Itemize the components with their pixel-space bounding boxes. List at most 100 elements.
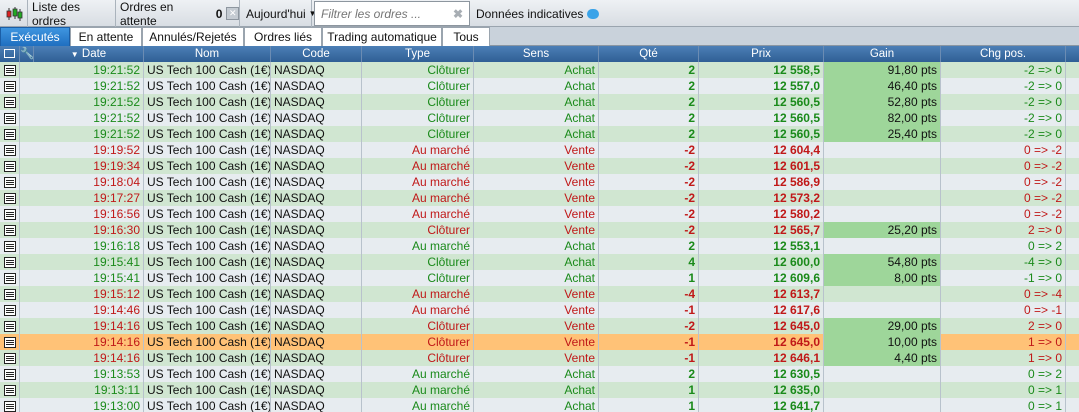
tab-ordres-lies[interactable]: Ordres liés — [244, 27, 322, 46]
table-row[interactable]: 19:15:12 US Tech 100 Cash (1€) NASDAQ Au ma… — [0, 286, 1079, 302]
order-details-icon[interactable] — [0, 174, 20, 190]
col-nom[interactable]: Nom — [144, 46, 271, 62]
table-row[interactable]: 19:21:52 US Tech 100 Cash (1€) NASDAQ Clôtu… — [0, 62, 1079, 78]
chart-orders-button[interactable] — [0, 0, 28, 27]
order-details-icon[interactable] — [0, 382, 20, 398]
col-date[interactable]: ▼ Date — [34, 46, 144, 62]
order-details-icon[interactable] — [0, 318, 20, 334]
cell-code: NASDAQ — [271, 190, 362, 206]
cell-type: Au marché — [362, 158, 474, 174]
table-row[interactable]: 19:14:16 US Tech 100 Cash (1€) NASDAQ Clôtu… — [0, 350, 1079, 366]
cell-code: NASDAQ — [271, 238, 362, 254]
table-row[interactable]: 19:14:46 US Tech 100 Cash (1€) NASDAQ Au ma… — [0, 302, 1079, 318]
table-row[interactable]: 19:13:11 US Tech 100 Cash (1€) NASDAQ Au ma… — [0, 382, 1079, 398]
table-row[interactable]: 19:18:04 US Tech 100 Cash (1€) NASDAQ Au ma… — [0, 174, 1079, 190]
table-row[interactable]: 19:19:52 US Tech 100 Cash (1€) NASDAQ Au ma… — [0, 142, 1079, 158]
cell-name: US Tech 100 Cash (1€) — [144, 366, 271, 382]
table-row[interactable]: 19:15:41 US Tech 100 Cash (1€) NASDAQ Clôtu… — [0, 270, 1079, 286]
order-details-icon[interactable] — [0, 238, 20, 254]
cell-qty: 2 — [599, 126, 699, 142]
table-row[interactable]: 19:16:18 US Tech 100 Cash (1€) NASDAQ Au ma… — [0, 238, 1079, 254]
cell-qty: -1 — [599, 302, 699, 318]
cell-qty: 2 — [599, 62, 699, 78]
cell-time: 19:19:52 — [20, 142, 144, 158]
order-details-icon[interactable] — [0, 110, 20, 126]
cell-side: Vente — [474, 302, 599, 318]
speech-bubble-icon[interactable] — [587, 8, 600, 19]
tab-annules-rejetes[interactable]: Annulés/Rejetés — [142, 27, 244, 46]
order-details-icon[interactable] — [0, 222, 20, 238]
cell-chg: -2 => 0 — [941, 110, 1066, 126]
table-row[interactable]: 19:13:53 US Tech 100 Cash (1€) NASDAQ Au ma… — [0, 366, 1079, 382]
tab-executes[interactable]: Exécutés — [0, 27, 70, 46]
cell-name: US Tech 100 Cash (1€) — [144, 350, 271, 366]
order-details-icon[interactable] — [0, 206, 20, 222]
tab-en-attente[interactable]: En attente — [70, 27, 142, 46]
order-details-icon[interactable] — [0, 270, 20, 286]
cell-time: 19:17:27 — [20, 190, 144, 206]
order-details-icon[interactable] — [0, 158, 20, 174]
table-row[interactable]: 19:21:52 US Tech 100 Cash (1€) NASDAQ Clôtu… — [0, 126, 1079, 142]
order-details-icon[interactable] — [0, 366, 20, 382]
order-details-icon[interactable] — [0, 334, 20, 350]
col-sens-label: Sens — [522, 48, 550, 60]
order-details-icon[interactable] — [0, 398, 20, 412]
col-gain[interactable]: Gain — [824, 46, 941, 62]
table-row[interactable]: 19:21:52 US Tech 100 Cash (1€) NASDAQ Clôtu… — [0, 110, 1079, 126]
table-row[interactable]: 19:17:27 US Tech 100 Cash (1€) NASDAQ Au ma… — [0, 190, 1079, 206]
cell-gain — [824, 366, 941, 382]
col-sens[interactable]: Sens — [474, 46, 599, 62]
cell-qty: 1 — [599, 270, 699, 286]
order-details-icon[interactable] — [0, 302, 20, 318]
cell-qty: 2 — [599, 366, 699, 382]
table-row[interactable]: 19:14:16 US Tech 100 Cash (1€) NASDAQ Clôtu… — [0, 334, 1079, 350]
cell-price: 12 560,5 — [699, 94, 824, 110]
order-details-icon[interactable] — [0, 254, 20, 270]
col-code[interactable]: Code — [271, 46, 362, 62]
order-details-icon[interactable] — [0, 78, 20, 94]
col-qte[interactable]: Qté — [599, 46, 699, 62]
order-details-icon[interactable] — [0, 190, 20, 206]
cell-time: 19:15:12 — [20, 286, 144, 302]
table-row[interactable]: 19:16:30 US Tech 100 Cash (1€) NASDAQ Clôtu… — [0, 222, 1079, 238]
pending-orders-button[interactable]: Ordres en attente 0 ✕ — [116, 0, 240, 28]
cell-price: 12 553,1 — [699, 238, 824, 254]
filter-input[interactable] — [319, 5, 449, 22]
table-row[interactable]: 19:14:16 US Tech 100 Cash (1€) NASDAQ Clôtu… — [0, 318, 1079, 334]
table-row[interactable]: 19:19:34 US Tech 100 Cash (1€) NASDAQ Au ma… — [0, 158, 1079, 174]
table-row[interactable]: 19:13:00 US Tech 100 Cash (1€) NASDAQ Au ma… — [0, 398, 1079, 412]
cell-time: 19:21:52 — [20, 94, 144, 110]
cell-side: Vente — [474, 286, 599, 302]
col-prix[interactable]: Prix — [699, 46, 824, 62]
order-details-icon[interactable] — [0, 62, 20, 78]
table-row[interactable]: 19:21:52 US Tech 100 Cash (1€) NASDAQ Clôtu… — [0, 78, 1079, 94]
column-picker-icon[interactable] — [0, 46, 20, 62]
wrench-icon[interactable]: 🔧 — [20, 46, 34, 62]
order-details-icon[interactable] — [0, 350, 20, 366]
col-type[interactable]: Type — [362, 46, 474, 62]
cell-type: Clôturer — [362, 62, 474, 78]
orders-list-button[interactable]: Liste des ordres — [28, 0, 116, 28]
cell-side: Achat — [474, 78, 599, 94]
order-details-icon[interactable] — [0, 126, 20, 142]
cell-type: Au marché — [362, 366, 474, 382]
tab-tous[interactable]: Tous — [442, 27, 490, 46]
cell-side: Achat — [474, 398, 599, 412]
order-details-icon[interactable] — [0, 286, 20, 302]
cell-name: US Tech 100 Cash (1€) — [144, 142, 271, 158]
cell-gain: 82,00 pts — [824, 110, 941, 126]
tab-trading-automatique[interactable]: Trading automatique — [322, 27, 442, 46]
cell-code: NASDAQ — [271, 62, 362, 78]
cell-price: 12 635,0 — [699, 382, 824, 398]
tab-label: Ordres liés — [253, 30, 312, 44]
order-details-icon[interactable] — [0, 142, 20, 158]
cell-price: 12 601,5 — [699, 158, 824, 174]
period-dropdown[interactable]: Aujourd'hui ▼ — [240, 0, 317, 27]
col-chg[interactable]: Chg pos. — [941, 46, 1066, 62]
table-row[interactable]: 19:21:52 US Tech 100 Cash (1€) NASDAQ Clôtu… — [0, 94, 1079, 110]
order-details-icon[interactable] — [0, 94, 20, 110]
clear-filter-icon[interactable]: ✖ — [453, 7, 463, 21]
table-row[interactable]: 19:15:41 US Tech 100 Cash (1€) NASDAQ Clôtu… — [0, 254, 1079, 270]
clear-pending-icon[interactable]: ✕ — [226, 7, 239, 20]
table-row[interactable]: 19:16:56 US Tech 100 Cash (1€) NASDAQ Au ma… — [0, 206, 1079, 222]
